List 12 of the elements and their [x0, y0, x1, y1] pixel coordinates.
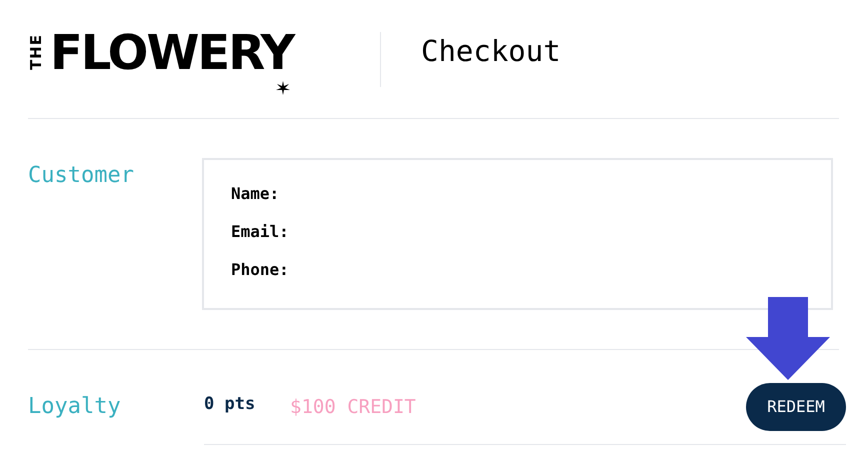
- field-label: Name:: [231, 184, 280, 204]
- points-text: 0 pts: [204, 393, 256, 416]
- logo-prefix: THE: [28, 34, 44, 70]
- down-arrow-icon: [746, 297, 830, 381]
- page-title: Checkout: [421, 33, 561, 70]
- logo-wordmark: FLOWERY: [50, 28, 294, 78]
- section-label: Customer: [28, 162, 135, 190]
- credit-text: $100 CREDIT: [290, 394, 416, 420]
- section-label: Loyalty: [28, 393, 122, 421]
- field-label: Email:: [231, 222, 290, 242]
- redeem-button[interactable]: REDEEM: [746, 383, 846, 431]
- field-label: Phone:: [231, 260, 290, 280]
